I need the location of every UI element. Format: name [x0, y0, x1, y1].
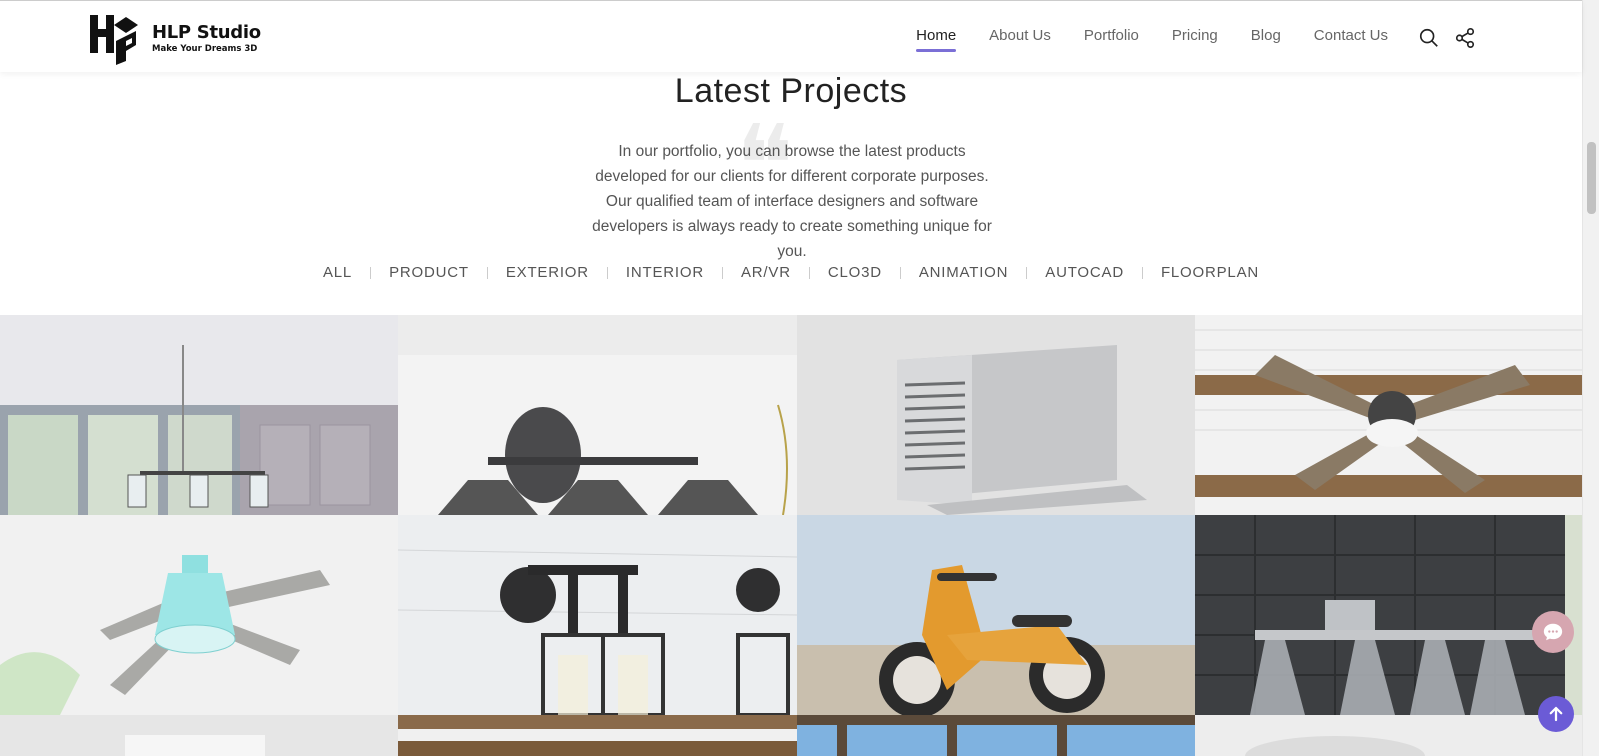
- portfolio-item-balance-bike[interactable]: [797, 515, 1195, 715]
- chat-icon: [1543, 623, 1563, 641]
- portfolio-item-wall-sconce[interactable]: [398, 315, 797, 515]
- nav-blog[interactable]: Blog: [1251, 27, 1281, 44]
- site-header: HLP Studio Make Your Dreams 3D Home Abou…: [0, 0, 1582, 72]
- brand-name: HLP Studio: [152, 22, 261, 43]
- brand-logo[interactable]: HLP Studio Make Your Dreams 3D: [88, 11, 261, 65]
- nav-contact-us[interactable]: Contact Us: [1314, 27, 1388, 44]
- portfolio-item-row3-3[interactable]: [797, 715, 1195, 756]
- filter-floorplan[interactable]: FLOORPLAN: [1143, 264, 1277, 281]
- nav-pricing[interactable]: Pricing: [1172, 27, 1218, 44]
- share-icon[interactable]: [1454, 27, 1476, 49]
- filter-autocad[interactable]: AUTOCAD: [1027, 264, 1142, 281]
- portfolio-item-chandelier[interactable]: [0, 315, 398, 515]
- brand-tagline: Make Your Dreams 3D: [152, 44, 258, 54]
- portfolio-item-ceiling-fan-wood[interactable]: [1195, 315, 1582, 515]
- section-description: In our portfolio, you can browse the lat…: [592, 143, 992, 260]
- portfolio-item-row3-2[interactable]: [398, 715, 797, 756]
- portfolio-filters: ALL PRODUCT EXTERIOR INTERIOR AR/VR CLO3…: [0, 264, 1582, 281]
- search-icon[interactable]: [1418, 27, 1440, 49]
- portfolio-item-row3-1[interactable]: [0, 715, 398, 756]
- scrollbar-thumb[interactable]: [1587, 142, 1596, 214]
- scroll-to-top-button[interactable]: [1538, 696, 1574, 732]
- filter-ar-vr[interactable]: AR/VR: [723, 264, 809, 281]
- filter-clo3d[interactable]: CLO3D: [810, 264, 900, 281]
- filter-exterior[interactable]: EXTERIOR: [488, 264, 607, 281]
- logo-mark-icon: [90, 15, 138, 65]
- chat-button[interactable]: [1532, 611, 1574, 653]
- header-icons: [1418, 27, 1476, 49]
- page-scrollbar[interactable]: [1582, 0, 1599, 756]
- arrow-up-icon: [1549, 706, 1563, 722]
- main-nav: Home About Us Portfolio Pricing Blog Con…: [916, 27, 1388, 52]
- filter-all[interactable]: ALL: [305, 264, 370, 281]
- filter-interior[interactable]: INTERIOR: [608, 264, 722, 281]
- nav-about-us[interactable]: About Us: [989, 27, 1051, 44]
- portfolio-item-ceiling-fan-teal[interactable]: [0, 515, 398, 715]
- portfolio-item-vanity-light[interactable]: [1195, 515, 1582, 715]
- nav-portfolio[interactable]: Portfolio: [1084, 27, 1139, 44]
- portfolio-item-industrial-sconce[interactable]: [398, 515, 797, 715]
- portfolio-item-cabinet-unit[interactable]: [797, 315, 1195, 515]
- filter-animation[interactable]: ANIMATION: [901, 264, 1026, 281]
- filter-product[interactable]: PRODUCT: [371, 264, 487, 281]
- portfolio-item-row3-4[interactable]: [1195, 715, 1582, 756]
- nav-home[interactable]: Home: [916, 27, 957, 52]
